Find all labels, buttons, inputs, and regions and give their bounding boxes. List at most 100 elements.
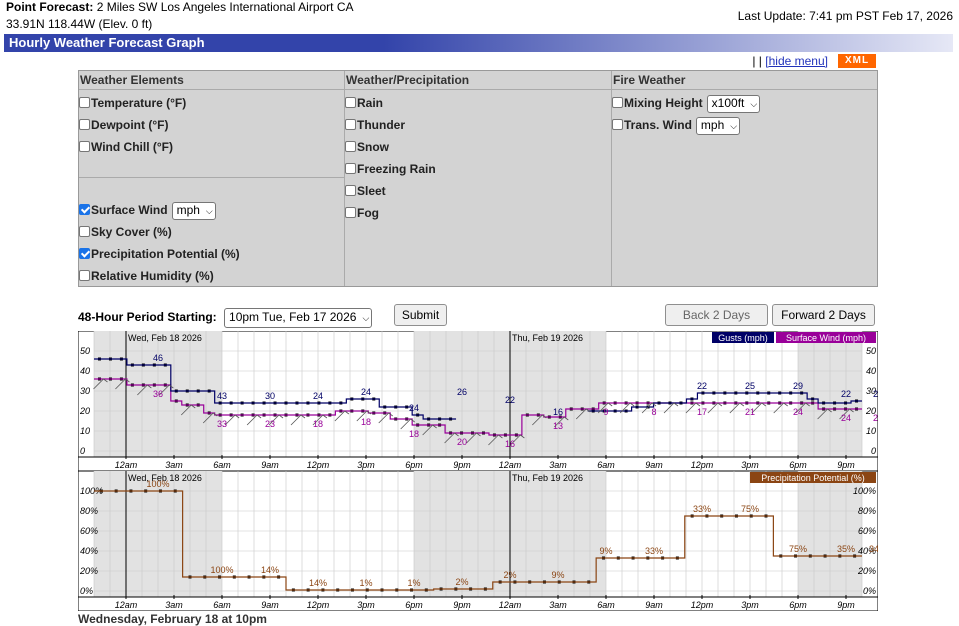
temperature-checkbox[interactable]	[79, 97, 90, 108]
gust-data-label: 16	[553, 407, 563, 417]
x-tick-label: 9am	[645, 600, 663, 610]
mixing-height-checkbox[interactable]	[612, 97, 623, 108]
fog-checkbox[interactable]	[345, 207, 356, 218]
surface-wind-unit-select[interactable]: mph ⌵	[171, 201, 216, 220]
option-temperature[interactable]: Temperature (°F)	[79, 94, 186, 112]
wind-data-label: 20	[457, 437, 467, 447]
precip-data-label: 14%	[309, 578, 327, 588]
surface-wind-chart: 50 50 40 40 30 30 20 20 10 10 0 0 Wed, Feb 18 2026 Th…	[78, 331, 878, 471]
option-wind-chill[interactable]: Wind Chill (°F)	[79, 138, 173, 156]
x-tick-label: 12pm	[307, 460, 330, 470]
option-precip-potential[interactable]: Precipitation Potential (%)	[79, 245, 240, 263]
period-select[interactable]: 10pm Tue, Feb 17 2026 ⌵	[224, 307, 373, 328]
gust-data-label: 22	[697, 381, 707, 391]
option-thunder[interactable]: Thunder	[345, 116, 405, 134]
mixing-height-label: Mixing Height	[624, 96, 703, 110]
y-tick-label-left: 50	[80, 346, 90, 356]
wind-chill-label: Wind Chill (°F)	[91, 140, 174, 154]
chevron-down-icon: ⌵	[750, 98, 758, 109]
freezing-rain-checkbox[interactable]	[345, 163, 356, 174]
rain-label: Rain	[357, 96, 384, 110]
option-surface-wind[interactable]: Surface Wind mph ⌵	[79, 201, 216, 220]
precip-data-label: 34%	[869, 544, 878, 554]
rain-checkbox[interactable]	[345, 97, 356, 108]
precip-potential-chart: 100% 100%80% 80%60% 60%40% 40%20% 20%0% 0%Wed,…	[78, 471, 878, 611]
option-fog[interactable]: Fog	[345, 204, 379, 222]
wind-data-label: 18	[361, 417, 371, 427]
wind-data-label: 18	[313, 419, 323, 429]
x-tick-label: 9am	[645, 460, 663, 470]
gust-data-label: 29	[793, 381, 803, 391]
y-tick-label-left: 0	[80, 446, 85, 456]
x-tick-label: 3pm	[741, 460, 759, 470]
x-tick-label: 3am	[549, 600, 567, 610]
gust-data-label: 22	[841, 389, 851, 399]
submit-button[interactable]: Submit	[394, 304, 447, 326]
temperature-label: Temperature (°F)	[91, 96, 187, 110]
x-tick-label: 9am	[261, 600, 279, 610]
precip-potential-checkbox[interactable]	[79, 248, 90, 259]
fog-label: Fog	[357, 206, 379, 220]
wind-data-label: 21	[745, 407, 755, 417]
surface-wind-label: Surface Wind	[91, 203, 168, 217]
location-name: 2 Miles SW Los Angeles International Air…	[96, 0, 354, 14]
hide-menu-link[interactable]: [hide menu]	[765, 54, 828, 68]
x-tick-label: 3am	[165, 600, 183, 610]
trans-wind-unit-select[interactable]: mph ⌵	[695, 116, 741, 135]
y-tick-label-right: 50	[866, 346, 876, 356]
option-dewpoint[interactable]: Dewpoint (°F)	[79, 116, 168, 134]
precip-data-label: 33%	[645, 546, 663, 556]
option-mixing-height[interactable]: Mixing Height x100ft ⌵	[612, 94, 761, 113]
wind-data-label: 21	[873, 413, 878, 423]
xml-button[interactable]: XML	[838, 54, 876, 68]
wind-chill-checkbox[interactable]	[79, 141, 90, 152]
option-freezing-rain[interactable]: Freezing Rain	[345, 160, 436, 178]
y-tick-label-left: 20	[79, 406, 90, 416]
option-sleet[interactable]: Sleet	[345, 182, 386, 200]
thunder-checkbox[interactable]	[345, 119, 356, 130]
options-panel: Weather Elements Temperature (°F) Dewpoi…	[78, 70, 878, 287]
trans-wind-checkbox[interactable]	[612, 119, 623, 130]
wind-data-label: 9	[603, 407, 608, 417]
gust-data-label: 24	[313, 391, 323, 401]
option-trans-wind[interactable]: Trans. Wind mph ⌵	[612, 116, 741, 135]
weather-precip-heading: Weather/Precipitation	[345, 71, 611, 90]
period-row: 48-Hour Period Starting: 10pm Tue, Feb 1…	[78, 307, 373, 328]
surface-wind-checkbox[interactable]	[79, 204, 90, 215]
sky-cover-label: Sky Cover (%)	[91, 225, 172, 239]
x-tick-label: 9pm	[453, 600, 471, 610]
point-forecast-line: Point Forecast: 2 Miles SW Los Angeles I…	[6, 0, 354, 14]
sleet-checkbox[interactable]	[345, 185, 356, 196]
mixing-height-unit-select[interactable]: x100ft ⌵	[706, 94, 761, 113]
x-tick-label: 6am	[597, 600, 615, 610]
option-relative-humidity[interactable]: Relative Humidity (%)	[79, 267, 214, 285]
option-sky-cover[interactable]: Sky Cover (%)	[79, 223, 172, 241]
option-snow[interactable]: Snow	[345, 138, 389, 156]
precip-data-label: 33%	[693, 504, 711, 514]
legend-gust-label: Gusts (mph)	[718, 333, 768, 343]
x-tick-label: 9pm	[837, 460, 855, 470]
dewpoint-checkbox[interactable]	[79, 119, 90, 130]
x-tick-label: 12am	[115, 460, 138, 470]
forward-2-days-button[interactable]: Forward 2 Days	[772, 304, 875, 326]
y-tick-label-right: 10	[866, 426, 876, 436]
snow-label: Snow	[357, 140, 389, 154]
y-tick-label-left: 20%	[79, 566, 98, 576]
period-label: 48-Hour Period Starting:	[78, 310, 217, 324]
back-2-days-button[interactable]: Back 2 Days	[665, 304, 768, 326]
x-tick-label: 3am	[165, 460, 183, 470]
gust-data-label: 25	[745, 381, 755, 391]
gust-data-label: 22	[873, 389, 878, 399]
wind-data-label: 24	[793, 407, 803, 417]
x-tick-label: 6pm	[405, 460, 423, 470]
relative-humidity-checkbox[interactable]	[79, 270, 90, 281]
precip-data-label: 9%	[551, 570, 564, 580]
y-tick-label-left: 0%	[80, 586, 93, 596]
x-tick-label: 3am	[549, 460, 567, 470]
option-rain[interactable]: Rain	[345, 94, 383, 112]
sky-cover-checkbox[interactable]	[79, 226, 90, 237]
day-label: Thu, Feb 19 2026	[512, 333, 583, 343]
gust-data-label: 46	[153, 353, 163, 363]
y-tick-label-right: 100%	[853, 486, 876, 496]
snow-checkbox[interactable]	[345, 141, 356, 152]
